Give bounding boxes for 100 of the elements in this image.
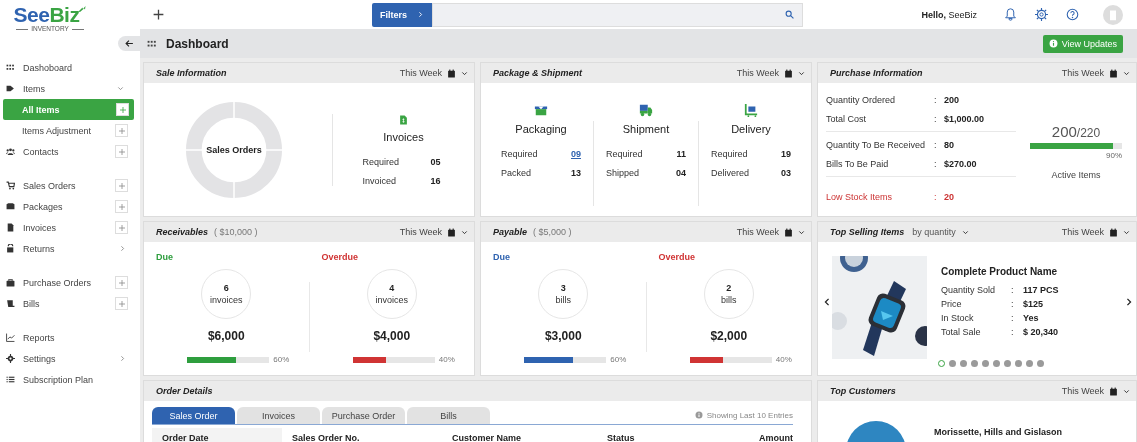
bell-icon: [1004, 8, 1017, 21]
value-link[interactable]: 09: [567, 149, 581, 159]
count-value: 2: [726, 282, 732, 294]
status-label: Due: [493, 252, 510, 262]
amount-text: $3,000: [544, 329, 582, 343]
sidebar-item[interactable]: Items Adjustment: [0, 120, 140, 141]
tab[interactable]: Invoices: [237, 407, 320, 424]
carousel-dot[interactable]: [1026, 360, 1033, 367]
carousel-dot[interactable]: [938, 360, 945, 367]
row-value: $1,000.00: [944, 113, 986, 124]
people-icon: [6, 147, 15, 156]
sidebar-item[interactable]: Dashoboard: [0, 57, 140, 78]
section-title: Delivery: [731, 123, 771, 135]
separator-text: :: [1011, 299, 1015, 309]
truck-icon: [638, 103, 654, 117]
period-select[interactable]: This Week: [1061, 386, 1130, 396]
period-select[interactable]: This Week: [399, 227, 468, 237]
plus-icon: [117, 202, 126, 211]
plus-icon: [118, 105, 127, 114]
tab[interactable]: Bills: [407, 407, 490, 424]
count-unit: invoices: [375, 294, 408, 306]
chevron-right-icon: [1124, 296, 1134, 308]
sidebar-item[interactable]: Contacts: [0, 141, 140, 162]
sidebar-item[interactable]: Packages: [0, 196, 140, 217]
collapse-button[interactable]: [118, 36, 140, 51]
amount-text: $4,000: [373, 329, 411, 343]
calendar-icon: [784, 68, 793, 78]
percent-text: 40%: [775, 355, 792, 364]
carousel-dot[interactable]: [1015, 360, 1022, 367]
chart-icon: [6, 333, 15, 342]
row-label: Low Stock Items: [826, 191, 894, 202]
calendar-icon: [1109, 227, 1118, 237]
sidebar-item[interactable]: Returns: [0, 238, 140, 259]
carousel-dot[interactable]: [960, 360, 967, 367]
page-title: Dashboard: [166, 36, 229, 51]
row-value: $125: [1023, 299, 1045, 309]
sidebar-item[interactable]: Bills: [0, 293, 140, 314]
next-button[interactable]: [1124, 296, 1134, 308]
chevron-down-icon: [1123, 387, 1130, 395]
carousel-dot[interactable]: [1004, 360, 1011, 367]
calendar-icon: [784, 227, 793, 237]
period-select[interactable]: This Week: [1061, 227, 1130, 237]
plus-icon: [117, 126, 126, 135]
period-select[interactable]: This Week: [399, 68, 468, 78]
building-icon: [1107, 8, 1119, 21]
tab[interactable]: Sales Order: [152, 407, 235, 424]
separator-text: :: [934, 113, 938, 124]
period-select[interactable]: This Week: [1061, 68, 1130, 78]
period-select[interactable]: This Week: [736, 227, 805, 237]
sidebar-item[interactable]: Settings: [0, 348, 140, 369]
sidebar-item[interactable]: Invoices: [0, 217, 140, 238]
settings-icon: [6, 354, 15, 363]
card-title: Purchase Information: [830, 68, 923, 78]
card-title: Top Customers: [830, 386, 896, 396]
previous-button[interactable]: [822, 296, 832, 308]
percent-text: 40%: [438, 355, 455, 364]
sidebar-item[interactable]: Purchase Orders: [0, 272, 140, 293]
plus-icon: [117, 181, 126, 190]
sidebar-item[interactable]: Sales Orders: [0, 175, 140, 196]
separator-text: :: [934, 94, 938, 105]
column-header: Customer Name: [451, 433, 523, 442]
period-select[interactable]: This Week: [736, 68, 805, 78]
carousel-dot[interactable]: [982, 360, 989, 367]
add-button[interactable]: [152, 8, 165, 21]
separator-text: :: [1011, 327, 1015, 337]
carousel-dot[interactable]: [1037, 360, 1044, 367]
search-field[interactable]: [432, 2, 803, 27]
info-icon: [1048, 39, 1058, 48]
sidebar-item[interactable]: Subscription Plan: [0, 369, 140, 390]
chevron-down-icon: [461, 228, 468, 236]
tab[interactable]: Purchase Order: [322, 407, 405, 424]
carousel-dot[interactable]: [993, 360, 1000, 367]
help-button[interactable]: [1066, 8, 1079, 21]
sidebar-item[interactable]: Reports: [0, 327, 140, 348]
status-label: Overdue: [658, 252, 695, 262]
settings-button[interactable]: [1035, 8, 1048, 21]
row-label: Packed: [501, 168, 533, 178]
row-label: Required: [711, 149, 749, 159]
active-count: 200/220: [1051, 123, 1101, 140]
section-title: Packaging: [515, 123, 567, 135]
sort-select[interactable]: by quantity: [912, 227, 969, 237]
separator-text: :: [934, 191, 938, 202]
row-label: Required: [501, 149, 539, 159]
sidebar-item[interactable]: Items: [0, 78, 140, 99]
amount-text: $2,000: [710, 329, 748, 343]
count-value: 4: [389, 282, 395, 294]
plus-icon: [117, 147, 126, 156]
row-label: Total Sale: [941, 327, 982, 337]
active-label: Active Items: [1051, 170, 1101, 180]
plus-icon: [117, 299, 126, 308]
filters-button[interactable]: Filters: [372, 2, 432, 27]
row-value: 20: [944, 191, 955, 202]
chevron-down-icon: [1123, 228, 1130, 236]
notification-button[interactable]: [1004, 8, 1017, 21]
card-title: Top Selling Items: [830, 227, 905, 237]
card-title: Sale Information: [156, 68, 227, 78]
cart-icon: [6, 181, 15, 190]
carousel-dot[interactable]: [949, 360, 956, 367]
carousel-dot[interactable]: [971, 360, 978, 367]
chevron-right-icon: [417, 11, 424, 18]
